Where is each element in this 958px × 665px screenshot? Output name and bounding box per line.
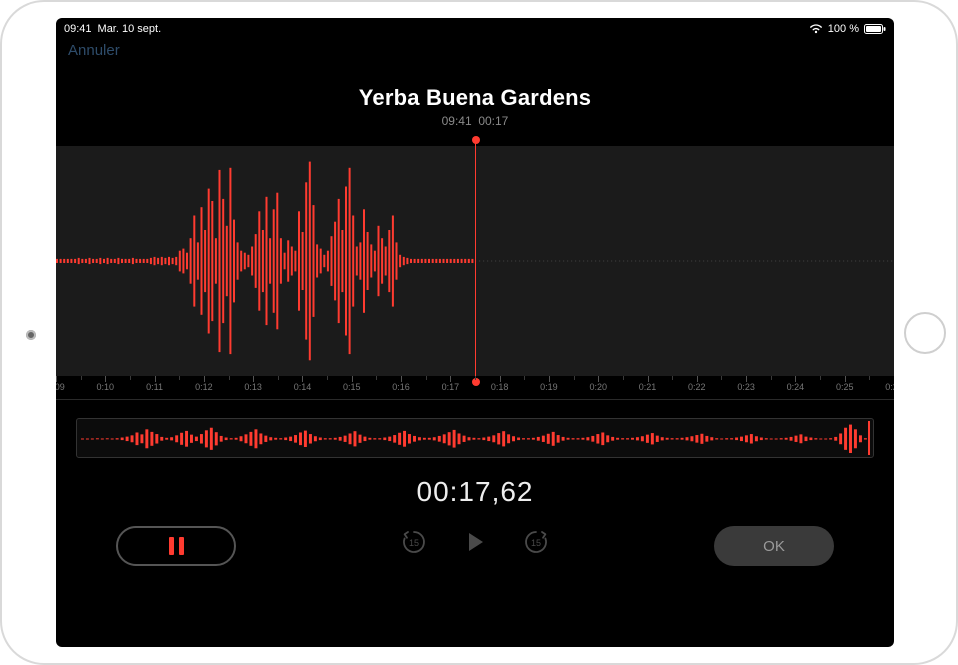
status-time: 09:41 [64,23,92,35]
time-ruler[interactable]: 0:09 0:10 0:11 0:12 0:13 0:14 0:15 0:16 0:17 0:18… [56,376,894,400]
ruler-label: 0:16 [392,382,410,392]
ruler-label: 0:19 [540,382,558,392]
ruler-label: 0:09 [56,382,65,392]
ruler-label: 0:23 [737,382,755,392]
status-bar: 09:41 Mar. 10 sept. 100 % [56,18,894,38]
ruler-label: 0:20 [589,382,607,392]
elapsed-time: 00:17,62 [56,476,894,508]
controls: 15 15 OK [56,518,894,588]
waveform-overview[interactable] [76,418,874,458]
ruler-label: 0:18 [491,382,509,392]
ruler-label: 0:10 [97,382,115,392]
battery-text: 100 % [828,23,859,35]
ruler-label: 0:24 [787,382,805,392]
ipad-frame: 09:41 Mar. 10 sept. 100 % Annuler Yerba … [0,0,958,665]
ruler-label: 0:21 [639,382,657,392]
ruler-label: 0:11 [146,382,163,392]
ruler-label: 0:17 [442,382,460,392]
ruler-label: 0:14 [294,382,312,392]
overview-cursor[interactable] [868,421,870,455]
pause-button[interactable] [116,526,236,566]
front-camera [26,330,36,340]
home-button[interactable] [904,312,946,354]
ruler-label: 0:15 [343,382,361,392]
ruler-label: 0:12 [195,382,213,392]
ok-label: OK [763,538,785,555]
ok-button[interactable]: OK [714,526,834,566]
ruler-label: 0:13 [244,382,262,392]
screen: 09:41 Mar. 10 sept. 100 % Annuler Yerba … [56,18,894,647]
recording-title[interactable]: Yerba Buena Gardens [56,85,894,111]
play-button[interactable] [462,529,488,555]
skip-forward-15-button[interactable]: 15 [522,528,550,556]
wifi-icon [809,24,823,34]
ruler-label: 0:26 [885,382,894,392]
pause-icon [169,537,184,555]
waveform-main[interactable] [56,146,894,376]
recording-time: 09:41 [442,114,472,128]
recording-duration: 00:17 [478,114,508,128]
status-date: Mar. 10 sept. [98,23,162,35]
recording-subtitle: 09:41 00:17 [56,114,894,128]
ruler-label: 0:25 [836,382,854,392]
svg-text:15: 15 [531,538,541,548]
waveform-overview-svg [81,423,869,455]
cancel-button[interactable]: Annuler [56,38,894,59]
battery-icon [864,24,886,34]
ruler-label: 0:22 [688,382,706,392]
svg-text:15: 15 [409,538,419,548]
skip-back-15-button[interactable]: 15 [400,528,428,556]
playhead[interactable] [475,140,476,382]
